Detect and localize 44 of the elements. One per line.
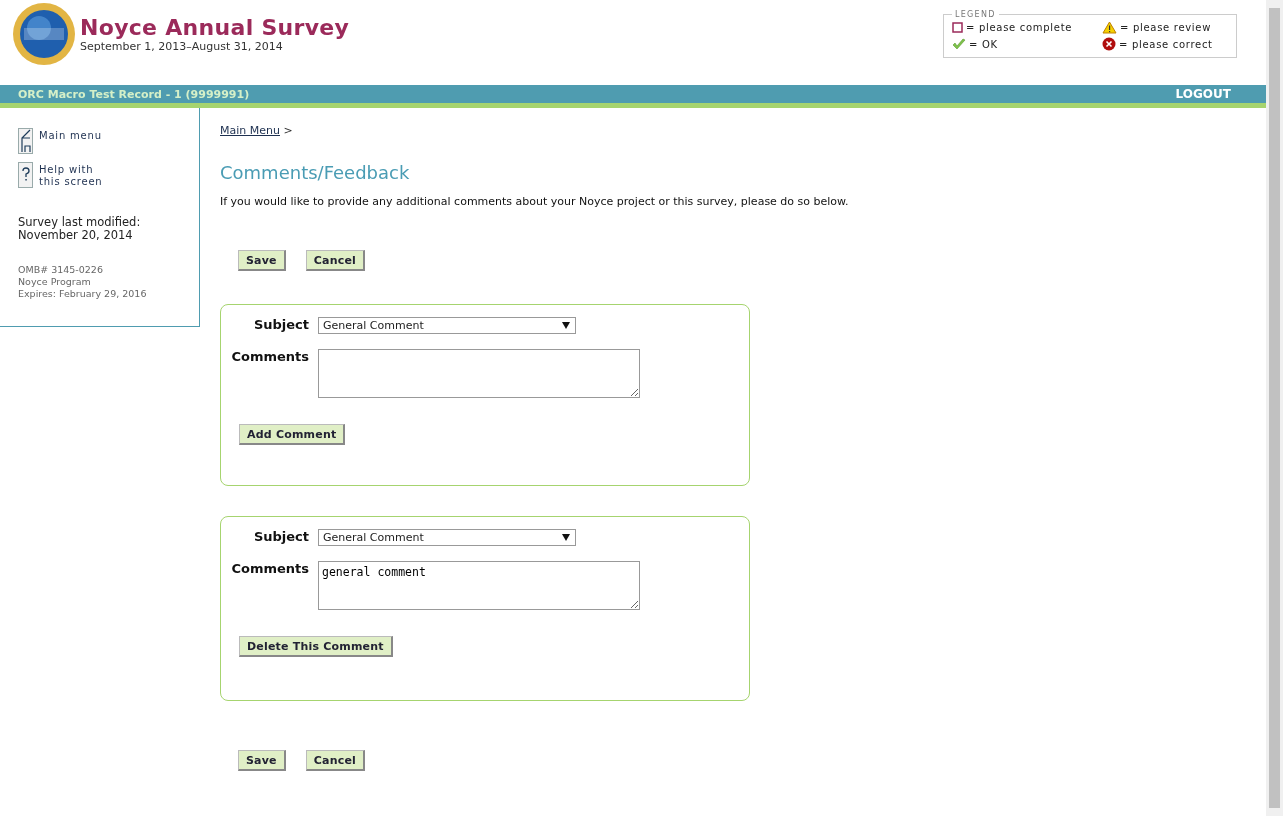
cancel-button[interactable]: Cancel — [305, 250, 366, 271]
legend-label: = please review — [1120, 22, 1212, 33]
subject-dropdown[interactable]: General Comment — [318, 529, 576, 546]
comments-label: Comments — [230, 561, 309, 576]
error-icon — [1102, 37, 1116, 51]
question-mark-icon — [18, 162, 33, 188]
omb-text: OMB# 3145-0226 — [18, 264, 104, 276]
save-button[interactable]: Save — [238, 250, 286, 271]
subject-dropdown[interactable]: General Comment — [318, 317, 576, 334]
empty-square-icon — [952, 22, 963, 33]
add-comment-button[interactable]: Add Comment — [239, 424, 346, 445]
date-range: September 1, 2013–August 31, 2014 — [80, 39, 284, 53]
legend-label: = please complete — [966, 22, 1073, 33]
breadcrumb-separator: > — [283, 124, 293, 137]
survey-title: Noyce Annual Survey — [80, 15, 350, 40]
delete-comment-button[interactable]: Delete This Comment — [239, 636, 393, 657]
page-heading: Comments/Feedback — [220, 162, 411, 183]
comments-label: Comments — [230, 349, 309, 364]
check-mark-icon — [952, 37, 966, 51]
door-icon — [18, 128, 33, 154]
subject-label: Subject — [252, 317, 309, 332]
intro-text: If you would like to provide any additional comments about your Noyce project or this survey, please do so below. — [220, 195, 850, 208]
breadcrumb-link[interactable]: Main Menu — [220, 124, 280, 137]
record-name: ORC Macro Test Record - 1 (9999991) — [18, 87, 250, 101]
modified-date: November 20, 2014 — [18, 229, 134, 242]
dropdown-value: General Comment — [323, 319, 424, 332]
comments-field[interactable]: general comment — [318, 561, 640, 610]
legend-title: LEGEND — [954, 10, 997, 19]
modified-label: Survey last modified: — [18, 216, 142, 229]
comments-field[interactable] — [318, 349, 640, 398]
legend-label: = OK — [969, 38, 998, 50]
caret-icon — [562, 534, 570, 541]
help-link[interactable]: Help with this screen — [18, 162, 199, 188]
seal-logo-icon — [12, 2, 76, 66]
caret-icon — [562, 322, 570, 329]
warning-icon — [1102, 21, 1117, 34]
omb-text: Noyce Program — [18, 276, 92, 288]
main-menu-link[interactable]: Main menu — [18, 128, 199, 154]
dropdown-value: General Comment — [323, 531, 424, 544]
cancel-button[interactable]: Cancel — [305, 750, 366, 771]
save-button[interactable]: Save — [238, 750, 286, 771]
legend-label: = please correct — [1119, 38, 1213, 50]
subject-label: Subject — [252, 529, 309, 544]
omb-text: Expires: February 29, 2016 — [18, 288, 148, 300]
